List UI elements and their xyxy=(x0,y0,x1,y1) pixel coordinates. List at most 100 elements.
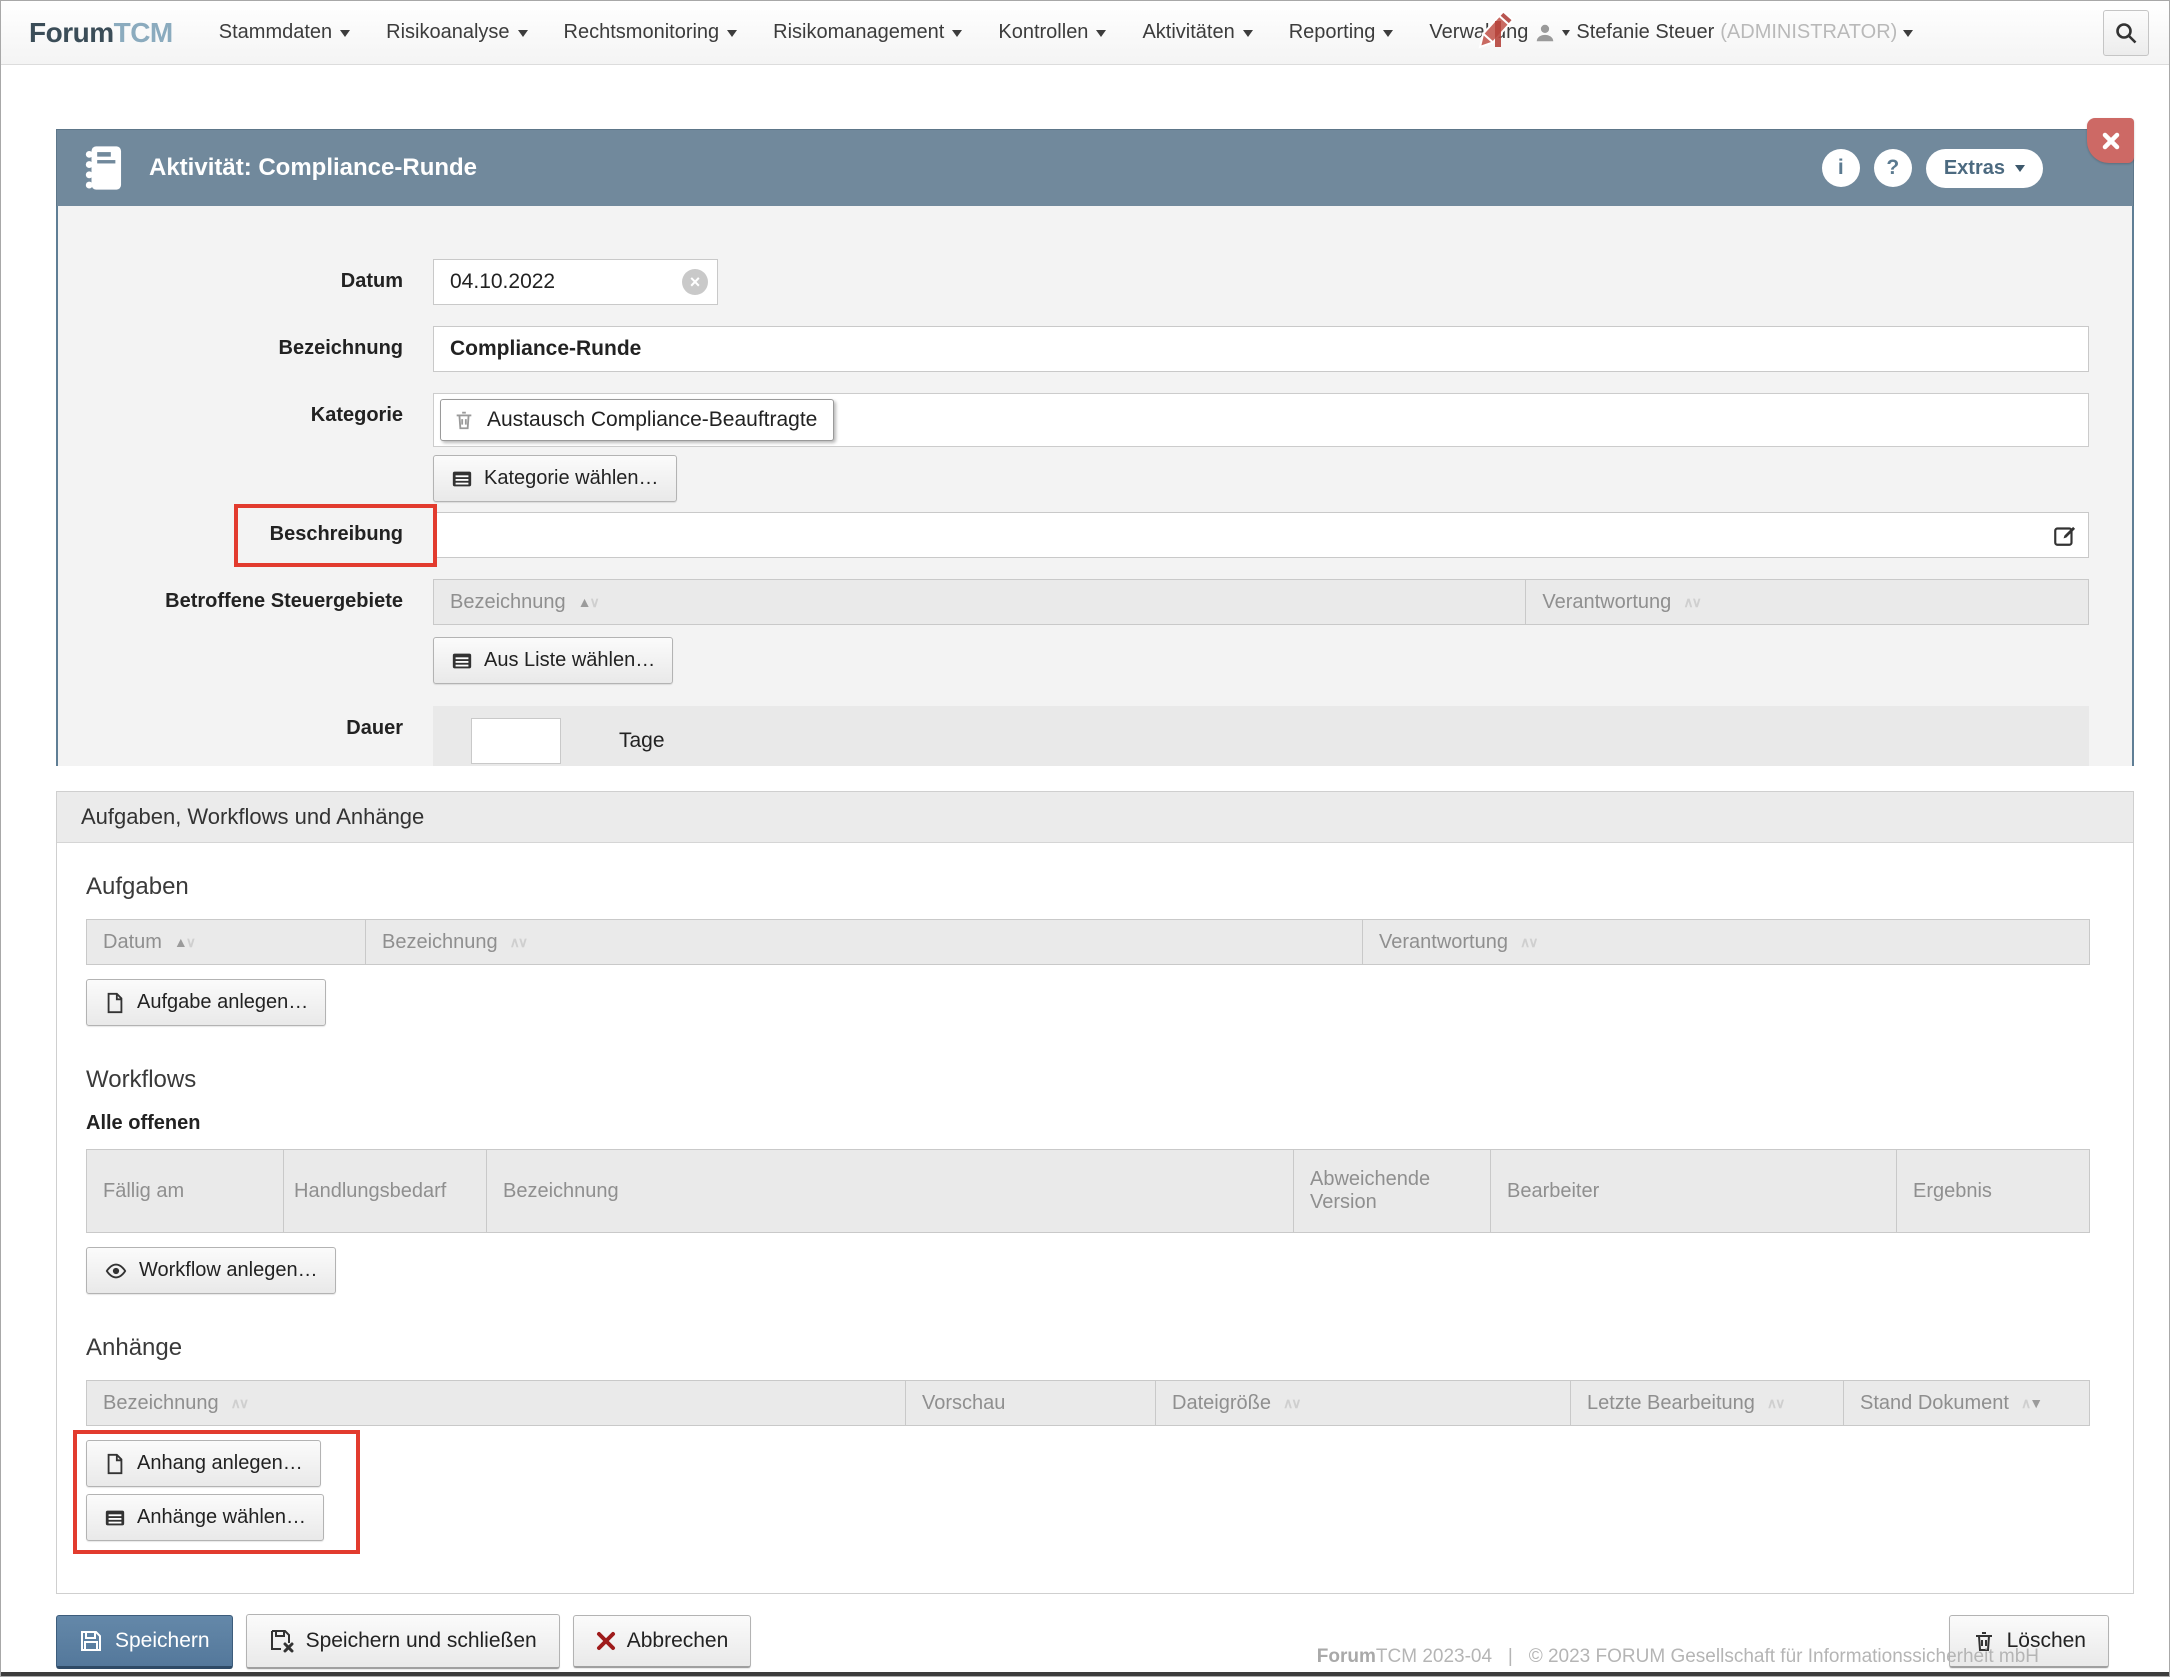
chevron-down-icon xyxy=(340,30,350,42)
column-header-bezeichnung[interactable]: Bezeichnung xyxy=(86,1380,906,1426)
footer-text: ForumTCM 2023-04 | © 2023 FORUM Gesellsc… xyxy=(1317,1646,2039,1668)
nav-item-aktivitaeten[interactable]: Aktivitäten xyxy=(1142,21,1252,44)
activity-panel: Aktivität: Compliance-Runde i ? Extras D… xyxy=(56,129,2134,766)
datum-input[interactable] xyxy=(433,259,718,305)
user-menu[interactable]: Stefanie Steuer (ADMINISTRATOR) xyxy=(1534,21,1913,44)
dauer-label: Dauer xyxy=(58,706,403,740)
workflow-anlegen-button[interactable]: Workflow anlegen… xyxy=(86,1247,336,1294)
user-name: Stefanie Steuer xyxy=(1576,21,1714,44)
column-header-bezeichnung[interactable]: Bezeichnung xyxy=(433,579,1526,625)
list-icon xyxy=(451,650,473,672)
beschreibung-label: Beschreibung xyxy=(58,512,403,546)
anhang-anlegen-button[interactable]: Anhang anlegen… xyxy=(86,1440,321,1487)
form-row-kategorie: Kategorie Austausch Compliance-Beauftrag… xyxy=(58,393,2089,502)
edit-icon[interactable] xyxy=(2052,522,2078,548)
chevron-down-icon xyxy=(1903,30,1913,42)
sort-icon xyxy=(1283,1396,1300,1410)
column-header-bearbeiter[interactable]: Bearbeiter xyxy=(1491,1149,1897,1233)
sort-icon xyxy=(174,935,194,949)
notebook-icon xyxy=(81,143,127,193)
list-icon xyxy=(104,1507,126,1529)
column-header-dateigroesse[interactable]: Dateigröße xyxy=(1156,1380,1571,1426)
top-navigation: ForumTCM Stammdaten Risikoanalyse Rechts… xyxy=(1,1,2169,65)
chevron-down-icon xyxy=(2015,165,2025,177)
chevron-down-icon xyxy=(952,30,962,42)
user-role: (ADMINISTRATOR) xyxy=(1720,21,1897,44)
column-header-stand-dokument[interactable]: Stand Dokument xyxy=(1844,1380,2090,1426)
kategorie-field: Austausch Compliance-Beauftragte xyxy=(433,393,2089,447)
sort-icon xyxy=(510,935,527,949)
eye-icon xyxy=(104,1260,128,1282)
workflows-heading: Workflows xyxy=(86,1066,2090,1094)
nav-item-kontrollen[interactable]: Kontrollen xyxy=(998,21,1106,44)
column-header-vorschau[interactable]: Vorschau xyxy=(906,1380,1156,1426)
column-header-bezeichnung[interactable]: Bezeichnung xyxy=(366,919,1363,965)
aus-liste-waehlen-button[interactable]: Aus Liste wählen… xyxy=(433,637,673,684)
help-button[interactable]: ? xyxy=(1874,149,1912,187)
app-window: ForumTCM Stammdaten Risikoanalyse Rechts… xyxy=(0,0,2170,1677)
nav-item-verwaltung[interactable]: Verwaltung xyxy=(1429,21,1528,44)
nav-item-risikoanalyse[interactable]: Risikoanalyse xyxy=(386,21,527,44)
activity-panel-header: Aktivität: Compliance-Runde i ? Extras xyxy=(56,129,2134,206)
aufgabe-anlegen-button[interactable]: Aufgabe anlegen… xyxy=(86,979,326,1026)
activity-form: Datum × Bezeichnung Kategorie xyxy=(56,206,2134,766)
column-header-letzte-bearbeitung[interactable]: Letzte Bearbeitung xyxy=(1571,1380,1844,1426)
nav-item-reporting[interactable]: Reporting xyxy=(1289,21,1394,44)
datum-label: Datum xyxy=(58,259,403,293)
save-and-close-button[interactable]: Speichern und schließen xyxy=(246,1614,560,1669)
chevron-down-icon xyxy=(1383,30,1393,42)
column-header-verantwortung[interactable]: Verantwortung xyxy=(1363,919,2090,965)
cancel-button[interactable]: Abbrechen xyxy=(573,1615,752,1668)
close-button[interactable] xyxy=(2087,118,2134,163)
anhaenge-heading: Anhänge xyxy=(86,1334,2090,1362)
form-row-dauer: Dauer Tage xyxy=(58,706,2089,766)
extras-button[interactable]: Extras xyxy=(1926,149,2043,188)
chevron-down-icon xyxy=(1243,30,1253,42)
chevron-down-icon xyxy=(518,30,528,42)
column-header-ergebnis[interactable]: Ergebnis xyxy=(1897,1149,2090,1233)
cancel-x-icon xyxy=(596,1631,616,1651)
steuergebiete-table-header: Bezeichnung Verantwortung xyxy=(433,579,2089,625)
column-header-abweichende-version[interactable]: Abweichende Version xyxy=(1294,1149,1491,1233)
dauer-unit-label: Tage xyxy=(619,729,665,753)
bezeichnung-input[interactable] xyxy=(433,326,2089,372)
logo-part-tcm: TCM xyxy=(114,17,173,48)
bezeichnung-label: Bezeichnung xyxy=(58,326,403,360)
form-row-beschreibung: Beschreibung xyxy=(58,512,2089,558)
window-bottom-edge xyxy=(1,1672,2169,1676)
nav-item-stammdaten[interactable]: Stammdaten xyxy=(219,21,350,44)
column-header-faellig-am[interactable]: Fällig am xyxy=(86,1149,284,1233)
search-button[interactable] xyxy=(2103,10,2149,56)
info-button[interactable]: i xyxy=(1822,149,1860,187)
sort-icon xyxy=(1683,595,1700,609)
list-icon xyxy=(451,468,473,490)
kategorie-chip[interactable]: Austausch Compliance-Beauftragte xyxy=(440,399,834,441)
document-icon xyxy=(104,1453,126,1475)
section-title: Aufgaben, Workflows und Anhänge xyxy=(57,792,2133,843)
anhaenge-waehlen-button[interactable]: Anhänge wählen… xyxy=(86,1494,324,1541)
dauer-input[interactable] xyxy=(471,718,561,764)
column-header-datum[interactable]: Datum xyxy=(86,919,366,965)
form-row-datum: Datum × xyxy=(58,259,2089,305)
app-logo[interactable]: ForumTCM xyxy=(29,17,173,49)
column-header-verantwortung[interactable]: Verantwortung xyxy=(1526,579,2089,625)
kategorie-waehlen-button[interactable]: Kategorie wählen… xyxy=(433,455,677,502)
tasks-workflows-attachments-section: Aufgaben, Workflows und Anhänge Aufgaben… xyxy=(56,791,2134,1594)
nav-item-rechtsmonitoring[interactable]: Rechtsmonitoring xyxy=(564,21,738,44)
close-icon xyxy=(2101,131,2121,151)
aufgaben-heading: Aufgaben xyxy=(86,873,2090,901)
sort-icon xyxy=(231,1396,248,1410)
save-close-icon xyxy=(269,1628,295,1654)
dauer-field-strip: Tage xyxy=(433,706,2089,766)
nav-item-risikomanagement[interactable]: Risikomanagement xyxy=(773,21,962,44)
kategorie-label: Kategorie xyxy=(58,393,403,427)
column-header-handlungsbedarf[interactable]: Handlungsbedarf xyxy=(284,1149,487,1233)
document-icon xyxy=(104,992,126,1014)
column-header-bezeichnung[interactable]: Bezeichnung xyxy=(487,1149,1294,1233)
save-button[interactable]: Speichern xyxy=(56,1615,233,1669)
logo-part-forum: Forum xyxy=(29,17,114,48)
beschreibung-field[interactable] xyxy=(433,512,2089,558)
save-icon xyxy=(79,1629,103,1653)
trash-icon xyxy=(453,409,475,431)
clear-date-icon[interactable]: × xyxy=(682,269,708,295)
